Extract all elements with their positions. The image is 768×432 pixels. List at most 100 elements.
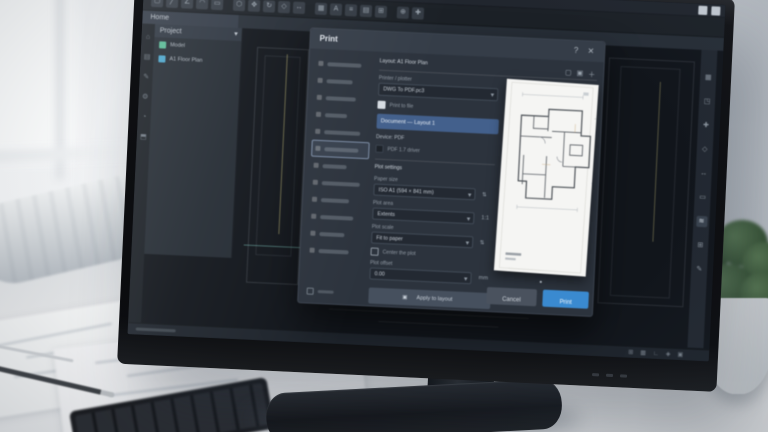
offset-input[interactable]: 0.00 ▾ bbox=[369, 267, 471, 284]
print-button[interactable]: Print bbox=[542, 290, 589, 309]
offset-unit: mm bbox=[479, 275, 489, 281]
scale-stepper-icon[interactable]: ⇅ bbox=[480, 239, 485, 246]
hatch-icon[interactable]: ▦ bbox=[315, 2, 328, 15]
grid-icon[interactable]: ⊞ bbox=[695, 240, 707, 252]
driver-label: PDF 1.7 driver bbox=[387, 147, 420, 154]
arc-icon[interactable]: ◠ bbox=[196, 0, 209, 9]
annotate-icon[interactable]: ✎ bbox=[143, 74, 149, 82]
page-outline-icon[interactable]: ▢ bbox=[565, 68, 572, 78]
category-icon bbox=[315, 146, 320, 151]
ortho-icon[interactable]: ∟ bbox=[653, 350, 659, 356]
edit-icon[interactable]: ✎ bbox=[693, 264, 705, 276]
paper-size-dropdown[interactable]: ISO A1 (594 × 841 mm) ▾ bbox=[373, 184, 475, 201]
osnap-icon[interactable]: ◈ bbox=[666, 350, 671, 357]
category-row[interactable] bbox=[306, 241, 365, 261]
category-icon bbox=[317, 95, 322, 100]
plot-scale-dropdown[interactable]: Fit to paper ▾ bbox=[371, 231, 473, 248]
mirror-icon[interactable]: ◇ bbox=[278, 0, 291, 13]
mirror-icon[interactable]: ◇ bbox=[699, 144, 711, 156]
workspace-icon[interactable] bbox=[698, 6, 707, 15]
layers-icon[interactable]: ▤ bbox=[360, 4, 373, 17]
plot-area-label: Plot area bbox=[373, 201, 393, 207]
rectangle-icon[interactable]: ▭ bbox=[211, 0, 224, 10]
apply-to-layout-button[interactable]: ▣ Apply to layout bbox=[368, 287, 491, 309]
settings-icon[interactable]: ⚙ bbox=[142, 94, 149, 102]
home-icon[interactable]: ⌂ bbox=[146, 34, 151, 42]
history-icon[interactable]: ◔ bbox=[142, 114, 147, 122]
center-plot-row[interactable]: Center the plot bbox=[370, 247, 428, 258]
line-icon[interactable]: ╱ bbox=[166, 0, 179, 8]
layout-icon bbox=[158, 55, 165, 62]
offset-icon[interactable]: ↔ bbox=[293, 1, 306, 14]
chevron-down-icon: ▾ bbox=[490, 91, 494, 99]
measure-icon[interactable]: ≡ bbox=[345, 4, 358, 17]
sheets-icon[interactable]: ▤ bbox=[144, 54, 151, 62]
select-icon[interactable]: ▢ bbox=[151, 0, 164, 7]
category-icon bbox=[315, 129, 320, 134]
pan-icon[interactable]: ✚ bbox=[412, 7, 425, 20]
viewport-icon[interactable]: ◳ bbox=[701, 96, 713, 108]
rectangle-icon[interactable]: ▭ bbox=[697, 192, 709, 204]
project-item-floorplan[interactable]: A1 Floor Plan bbox=[153, 51, 241, 69]
plot-offset-label: Plot offset bbox=[370, 260, 393, 266]
text-icon[interactable]: A bbox=[330, 3, 343, 16]
info-icon[interactable] bbox=[307, 288, 314, 295]
bezel-indicator bbox=[592, 373, 599, 376]
snap-icon[interactable]: ⊞ bbox=[628, 349, 633, 356]
model-icon[interactable]: ▣ bbox=[677, 351, 683, 358]
page-filled-icon[interactable]: ▣ bbox=[576, 69, 583, 79]
collapse-icon[interactable]: ▾ bbox=[234, 28, 238, 41]
hatch-icon[interactable]: ▦ bbox=[702, 72, 714, 84]
page-indicator-dot[interactable]: • bbox=[539, 277, 542, 286]
selected-document-row[interactable]: Document — Layout 1 bbox=[376, 114, 499, 135]
category-icon bbox=[312, 197, 317, 202]
printer-dropdown[interactable]: DWG To PDF.pc3 ▾ bbox=[378, 83, 498, 102]
command-line-stub[interactable] bbox=[136, 327, 176, 332]
printer-label: Printer / plotter bbox=[379, 76, 412, 83]
category-label-bar bbox=[320, 215, 353, 221]
preview-toolbar: ▢ ▣ ＋ bbox=[565, 68, 596, 79]
print-to-file-row[interactable]: Print to file bbox=[377, 101, 422, 111]
move-icon[interactable]: ✥ bbox=[248, 0, 261, 11]
print-to-file-checkbox[interactable] bbox=[377, 101, 385, 109]
plot-settings-section: Plot settings bbox=[374, 165, 402, 171]
category-label-bar bbox=[327, 62, 361, 68]
help-icon[interactable]: ? bbox=[574, 46, 579, 55]
preview-sheet[interactable] bbox=[494, 79, 599, 277]
polygon-icon[interactable]: ⬡ bbox=[233, 0, 246, 11]
project-panel: Project ▾ Model A1 Floor Plan bbox=[144, 24, 243, 258]
zoom-icon[interactable]: ⊕ bbox=[397, 6, 410, 19]
drawing-icon bbox=[159, 41, 166, 48]
selected-document-label: Document — Layout 1 bbox=[381, 119, 436, 127]
wave-icon[interactable]: ≋ bbox=[696, 216, 708, 228]
info-label-bar bbox=[318, 290, 334, 294]
stretch-icon[interactable]: ↔ bbox=[698, 168, 710, 180]
category-icon bbox=[318, 78, 323, 83]
center-plot-checkbox[interactable] bbox=[370, 247, 378, 255]
close-icon[interactable]: ✕ bbox=[587, 46, 594, 55]
layout-header: Layout: A1 Floor Plan bbox=[379, 59, 467, 68]
section-divider bbox=[375, 159, 495, 166]
chevron-down-icon: ▾ bbox=[468, 191, 472, 199]
pdf-icon bbox=[375, 145, 383, 153]
add-icon[interactable]: ✚ bbox=[700, 120, 712, 132]
account-icon[interactable] bbox=[711, 6, 720, 15]
dialog-category-list bbox=[305, 55, 373, 279]
category-icon bbox=[309, 248, 314, 253]
cancel-button[interactable]: Cancel bbox=[486, 287, 537, 306]
stepper-icon[interactable]: ▾ bbox=[464, 275, 468, 283]
paper-size-value: ISO A1 (594 × 841 mm) bbox=[378, 188, 433, 196]
project-panel-title: Project bbox=[159, 24, 181, 38]
polyline-icon[interactable]: ∠ bbox=[181, 0, 194, 8]
grid-icon[interactable]: ⊞ bbox=[375, 5, 388, 18]
add-view-icon[interactable]: ＋ bbox=[588, 70, 595, 80]
paper-stepper-icon[interactable]: ⇅ bbox=[482, 191, 487, 198]
rotate-icon[interactable]: ↻ bbox=[263, 0, 276, 12]
layers-icon[interactable]: ⬒ bbox=[140, 133, 147, 141]
plot-area-dropdown[interactable]: Extents ▾ bbox=[372, 208, 474, 225]
category-label-bar bbox=[327, 79, 353, 84]
monitor: File Edit View Insert Tools Draw Dimensi… bbox=[117, 0, 735, 392]
driver-row[interactable]: PDF 1.7 driver bbox=[375, 145, 432, 156]
category-label-bar bbox=[322, 181, 360, 187]
grid-icon[interactable]: ▦ bbox=[640, 349, 646, 356]
